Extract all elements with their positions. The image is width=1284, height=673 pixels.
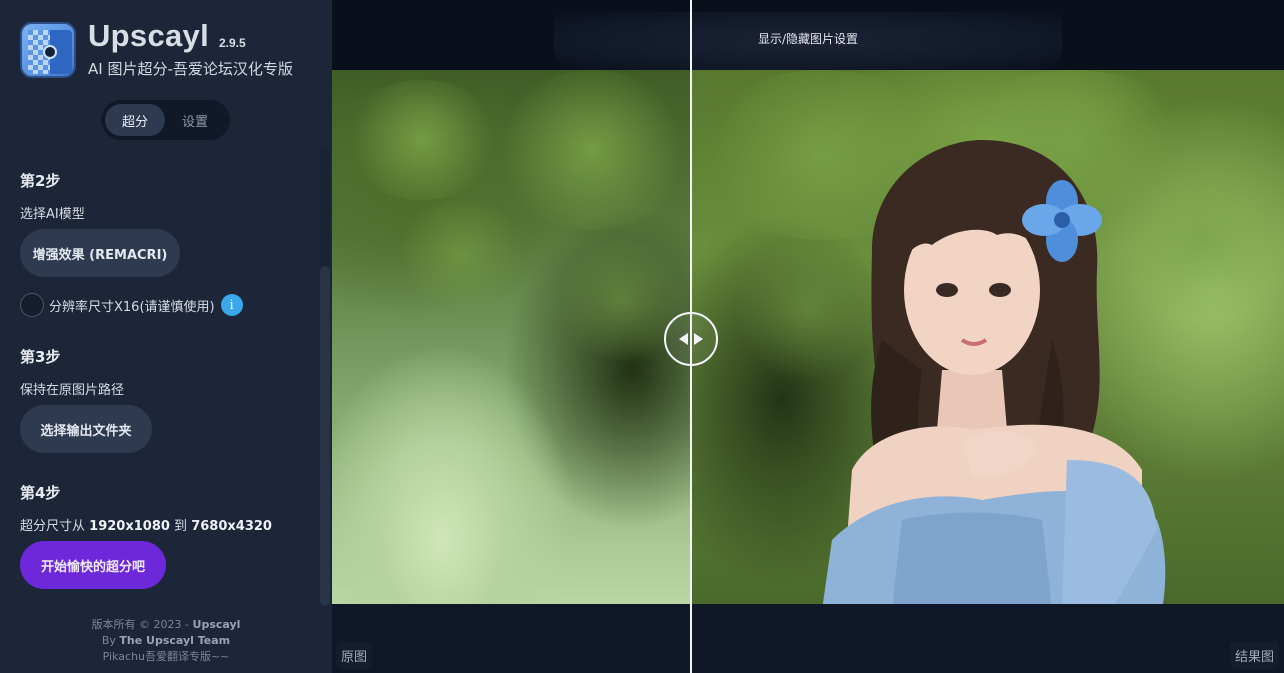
step2-title: 第2步 bbox=[20, 172, 61, 190]
tab-upscale[interactable]: 超分 bbox=[105, 104, 165, 136]
size-mid: 到 bbox=[174, 519, 188, 534]
model-label: 选择AI模型 bbox=[20, 207, 85, 222]
result-label: 结果图 bbox=[1230, 641, 1280, 669]
size-prefix: 超分尺寸从 bbox=[20, 519, 86, 534]
left-right-arrows-icon[interactable] bbox=[664, 312, 718, 366]
footer-translation: Pikachu吾爱翻译专版~~ bbox=[102, 650, 230, 663]
x16-checkbox-label: 分辨率尺寸X16(请谨慎使用) bbox=[49, 299, 215, 315]
output-path-label: 保持在原图片路径 bbox=[20, 383, 125, 398]
scrollbar-thumb[interactable] bbox=[320, 266, 330, 606]
step4-title: 第4步 bbox=[20, 484, 61, 502]
upscale-size-text: 超分尺寸从 1920x1080 到 7680x4320 bbox=[20, 515, 272, 534]
sidebar-scrollbar[interactable] bbox=[320, 148, 330, 608]
info-icon[interactable]: i bbox=[220, 294, 243, 316]
app-subtitle: AI 图片超分-吾爱论坛汉化专版 bbox=[88, 60, 293, 78]
footer-brand-link[interactable]: Upscayl bbox=[193, 618, 241, 631]
step3-title: 第3步 bbox=[20, 348, 61, 366]
tab-settings[interactable]: 设置 bbox=[165, 104, 225, 136]
start-upscale-button[interactable]: 开始愉快的超分吧 bbox=[20, 541, 166, 589]
portrait-subject bbox=[822, 140, 1166, 604]
size-from: 1920x1080 bbox=[89, 519, 170, 534]
toggle-image-settings-button[interactable]: 显示/隐藏图片设置 bbox=[554, 12, 1062, 70]
x16-option-row: 分辨率尺寸X16(请谨慎使用) i bbox=[20, 292, 243, 318]
original-label: 原图 bbox=[336, 641, 373, 669]
mode-tabs: 超分 设置 bbox=[101, 100, 230, 140]
app-version: 2.9.5 bbox=[219, 36, 246, 50]
x16-checkbox[interactable] bbox=[20, 293, 44, 317]
sidebar: Upscayl 2.9.5 AI 图片超分-吾爱论坛汉化专版 超分 设置 第2步… bbox=[0, 0, 332, 673]
select-output-folder-button[interactable]: 选择输出文件夹 bbox=[20, 405, 152, 453]
model-select-button[interactable]: 增强效果 (REMACRI) bbox=[20, 229, 180, 277]
footer-copyright: 版本所有 © 2023 - Upscayl bbox=[91, 618, 241, 631]
footer-team-link[interactable]: The Upscayl Team bbox=[119, 634, 230, 647]
footer: 版本所有 © 2023 - Upscayl By The Upscayl Tea… bbox=[0, 617, 332, 665]
footer-team: By The Upscayl Team bbox=[101, 634, 231, 647]
app-name: Upscayl bbox=[88, 18, 209, 53]
original-image-pane bbox=[332, 70, 692, 604]
image-viewer: 显示/隐藏图片设置 原图 结果图 bbox=[332, 0, 1284, 673]
size-to: 7680x4320 bbox=[191, 519, 272, 534]
comparison-image[interactable] bbox=[332, 70, 1284, 604]
upscayl-logo-icon bbox=[20, 22, 76, 78]
